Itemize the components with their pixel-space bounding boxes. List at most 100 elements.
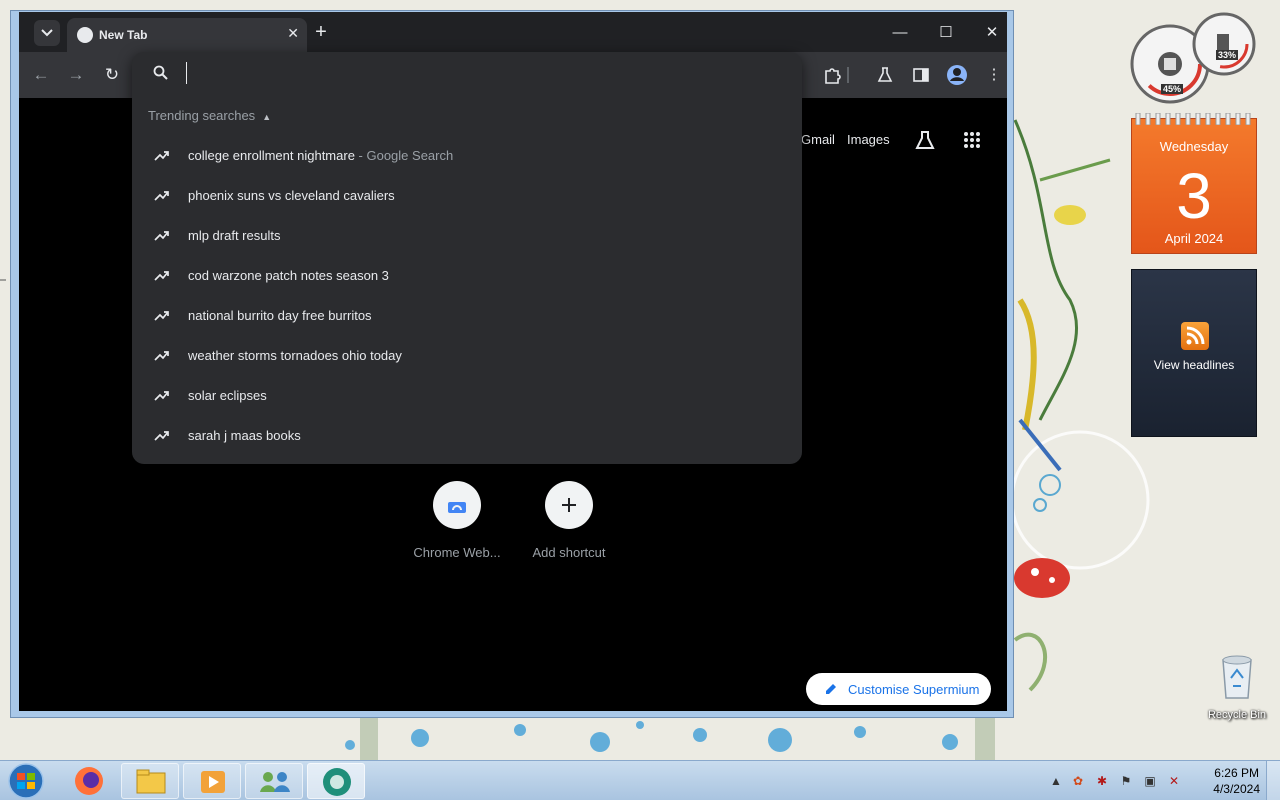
forward-icon: → [67, 65, 85, 84]
recycle-bin[interactable]: Recycle Bin [1202, 654, 1272, 721]
taskbar-supermium[interactable] [307, 763, 365, 799]
feed-headlines-gadget[interactable]: View headlines [1131, 269, 1257, 437]
taskbar-file-explorer[interactable] [121, 763, 179, 799]
clock[interactable]: 6:26 PM 4/3/2024 [1213, 765, 1260, 797]
suggestion-text: solar eclipses [188, 388, 267, 403]
profile-icon [947, 65, 967, 85]
add-shortcut-button[interactable]: Add shortcut [514, 481, 624, 560]
omnibox-input-row [132, 52, 802, 94]
suggestion-text: cod warzone patch notes season 3 [188, 268, 389, 283]
tab-new-tab[interactable]: New Tab ✕ [67, 18, 307, 52]
recycle-bin-label: Recycle Bin [1207, 709, 1267, 721]
suggestion-text: sarah j maas books [188, 428, 301, 443]
reload-icon: ↻ [104, 65, 120, 84]
close-icon[interactable]: ✕ [287, 25, 299, 42]
taskbar-media-player[interactable] [183, 763, 241, 799]
side-panel-button[interactable] [908, 62, 934, 88]
calendar-weekday: Wednesday [1159, 139, 1229, 154]
close-window-button[interactable]: ✕ [977, 20, 1007, 46]
customise-button[interactable]: Customise Supermium [806, 673, 991, 705]
side-panel-icon [913, 68, 929, 82]
suggestion-item[interactable]: sarah j maas books [132, 416, 802, 456]
cpu-percent-label: 45% [1161, 84, 1184, 94]
show-hidden-icons-button[interactable]: ▲ [1048, 773, 1064, 789]
chevron-down-icon [41, 29, 53, 37]
omnibox-dropdown: Trending searches ▲ college enrollment ni… [132, 52, 802, 464]
trending-up-icon [154, 151, 169, 161]
action-center-flag-icon[interactable]: ⚑ [1118, 773, 1134, 789]
forward-button[interactable]: → [65, 64, 87, 86]
shortcut-label: Add shortcut [532, 545, 606, 560]
maximize-icon: ☐ [939, 24, 953, 41]
calendar-gadget[interactable]: Wednesday 3 April 2024 [1131, 113, 1257, 254]
suggestion-item[interactable]: national burrito day free burritos [132, 296, 802, 336]
clock-date: 4/3/2024 [1213, 782, 1260, 796]
apps-grid-icon[interactable] [963, 131, 981, 154]
plus-icon: + [315, 21, 327, 43]
taskbar-network-app[interactable] [245, 763, 303, 799]
extensions-icon [825, 68, 841, 84]
bug-icon[interactable]: ✱ [1094, 773, 1110, 789]
suggestion-item[interactable]: college enrollment nightmare - Google Se… [132, 136, 802, 176]
volume-muted-icon[interactable]: ✕ [1166, 773, 1182, 789]
minimize-button[interactable]: — [885, 20, 915, 46]
suggestion-item[interactable]: mlp draft results [132, 216, 802, 256]
calendar-month-year: April 2024 [1164, 231, 1224, 246]
suggestion-text: national burrito day free burritos [188, 308, 372, 323]
system-tray: ▲ ✿ ✱ ⚑ ▣ ✕ 6:26 PM 4/3/2024 [1040, 761, 1260, 800]
windows-orb-icon [8, 763, 44, 799]
reload-button[interactable]: ↻ [101, 64, 123, 86]
calendar-day-number: 3 [1176, 160, 1212, 232]
gauge-dials [1130, 12, 1256, 104]
trending-searches-header[interactable]: Trending searches ▲ [148, 108, 271, 123]
taskbar-firefox[interactable] [60, 763, 118, 799]
minimize-icon: — [892, 24, 908, 41]
suggestion-item[interactable]: weather storms tornadoes ohio today [132, 336, 802, 376]
view-headlines-link[interactable]: View headlines [1132, 358, 1256, 372]
calendar-rings [1135, 113, 1251, 125]
labs-icon[interactable] [915, 130, 935, 155]
images-link[interactable]: Images [847, 132, 890, 147]
start-button[interactable] [4, 762, 46, 800]
labs-icon [877, 67, 893, 82]
shortcut-chrome-web-store[interactable]: Chrome Web... [402, 481, 512, 560]
taskbar: ▲ ✿ ✱ ⚑ ▣ ✕ 6:26 PM 4/3/2024 [0, 760, 1280, 800]
network-users-icon [260, 772, 290, 792]
labs-button[interactable] [872, 62, 898, 88]
chrome-web-store-icon [433, 481, 481, 529]
menu-icon: ⋮ [986, 66, 1002, 83]
trending-up-icon [154, 391, 169, 401]
suggestion-text: mlp draft results [188, 228, 281, 243]
back-button[interactable]: ← [30, 64, 52, 86]
maximize-button[interactable]: ☐ [931, 20, 961, 46]
omnibox-input[interactable] [186, 62, 746, 84]
supermium-icon [323, 768, 351, 796]
firefox-icon [75, 767, 103, 795]
show-desktop-button[interactable] [1266, 761, 1280, 800]
suggestion-item[interactable]: phoenix suns vs cleveland cavaliers [132, 176, 802, 216]
tab-strip: New Tab ✕ + — ☐ ✕ [19, 12, 1007, 52]
cpu-meter-gadget[interactable]: 45% 33% [1128, 8, 1258, 104]
butterfly-icon[interactable]: ✿ [1070, 773, 1086, 789]
customise-label: Customise Supermium [848, 681, 980, 697]
recycle-bin-icon [1222, 655, 1252, 699]
close-icon: ✕ [985, 24, 999, 41]
new-tab-button[interactable]: + [309, 21, 333, 45]
trending-up-icon [154, 191, 169, 201]
rss-icon [1181, 322, 1209, 350]
suggestion-item[interactable]: cod warzone patch notes season 3 [132, 256, 802, 296]
suggestion-item[interactable]: solar eclipses [132, 376, 802, 416]
folder-icon [136, 769, 166, 794]
profile-button[interactable] [944, 62, 970, 88]
trending-up-icon [154, 351, 169, 361]
trending-up-icon [154, 431, 169, 441]
tab-search-button[interactable] [34, 20, 60, 46]
suggestion-subtext: - Google Search [354, 148, 454, 163]
memory-percent-label: 33% [1216, 50, 1239, 60]
network-icon[interactable]: ▣ [1142, 773, 1158, 789]
tab-title: New Tab [99, 28, 148, 42]
tab-favicon-icon [77, 27, 93, 43]
menu-button[interactable]: ⋮ [981, 62, 1007, 88]
gmail-link[interactable]: Gmail [801, 132, 835, 147]
extensions-button[interactable] [819, 62, 845, 88]
